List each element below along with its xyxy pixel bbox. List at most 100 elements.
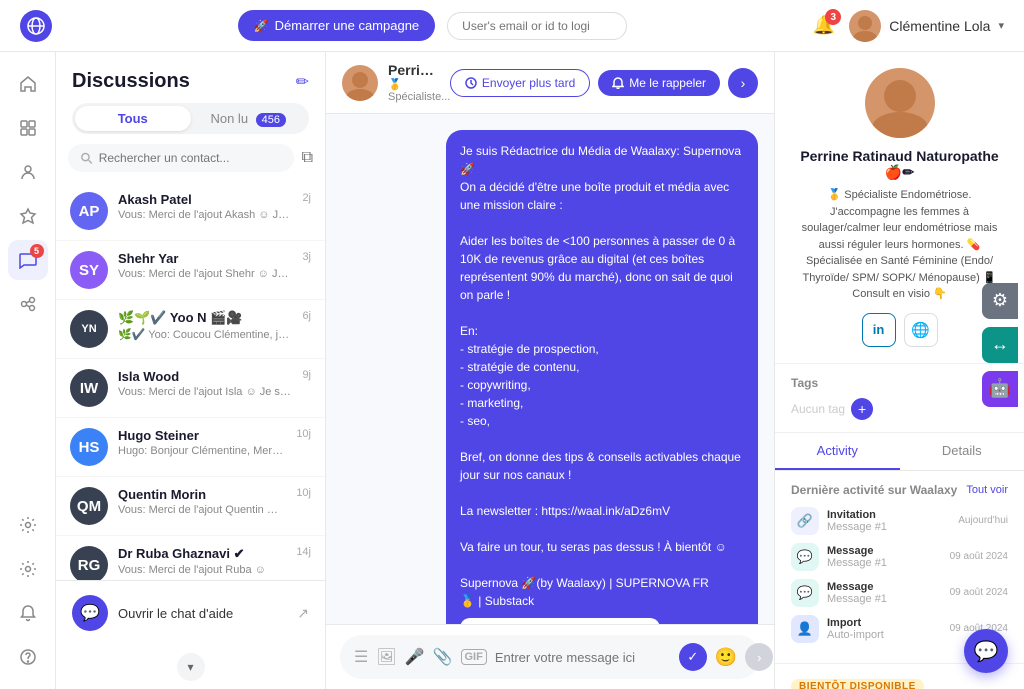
list-item[interactable]: QM Quentin Morin Vous: Merci de l'ajout … (56, 477, 325, 536)
nav-item-settings-bottom[interactable] (8, 549, 48, 589)
microphone-icon[interactable]: 🎤 (405, 647, 425, 667)
contact-preview: 🌿✔️ Yoo: Coucou Clémentine, je triais me… (118, 328, 292, 341)
tout-voir-link[interactable]: Tout voir (966, 484, 1008, 496)
chat-support-bubble[interactable]: 💬 (964, 629, 1008, 673)
list-item[interactable]: YN 🌿🌱✔️ Yoo N 🎬🎥 🌿✔️ Yoo: Coucou Clément… (56, 300, 325, 359)
nav-item-contacts[interactable] (8, 152, 48, 192)
activity-item: 🔗 Invitation Message #1 Aujourd'hui (791, 507, 1008, 535)
emoji-button[interactable]: 🙂 (715, 647, 737, 668)
recall-button[interactable]: Me le rappeler (598, 70, 720, 96)
tab-activity[interactable]: Activity (775, 433, 900, 470)
contact-time: 6j (302, 310, 311, 322)
contact-name: Quentin Morin (118, 487, 286, 502)
contact-info: 🌿🌱✔️ Yoo N 🎬🎥 🌿✔️ Yoo: Coucou Clémentine… (118, 310, 292, 341)
activity-date: Aujourd'hui (958, 515, 1008, 526)
filter-tabs: Tous Non lu 456 (72, 103, 309, 134)
search-row: ⧉ (68, 144, 313, 172)
text-format-icon[interactable]: ☰ (354, 647, 368, 667)
nav-item-campaigns[interactable] (8, 196, 48, 236)
message-row: Je suis Rédactrice du Média de Waalaxy: … (342, 130, 758, 624)
floating-gray-button[interactable]: ⚙ (982, 283, 1018, 319)
list-item[interactable]: HS Hugo Steiner Hugo: Bonjour Clémentine… (56, 418, 325, 477)
chat-header-info: Perrine Ratin... 🥇 Spécialiste... (388, 62, 440, 103)
nav-item-integrations[interactable] (8, 284, 48, 324)
notification-badge: 3 (825, 9, 841, 25)
collapse-button[interactable]: ▾ (56, 645, 325, 689)
header: Démarrer une campagne 🔔 3 Clémentine Lol… (0, 0, 1024, 52)
contact-time: 14j (296, 546, 311, 558)
right-floating-panel: ⚙ ↔ 🤖 (976, 275, 1024, 415)
nav-item-bell[interactable] (8, 593, 48, 633)
activity-info: Import Auto-import (827, 617, 942, 641)
contact-name: Hugo Steiner (118, 428, 286, 443)
list-item[interactable]: SY Shehr Yar Vous: Merci de l'ajout Sheh… (56, 241, 325, 300)
contact-time: 3j (302, 251, 311, 263)
header-search-input[interactable] (447, 12, 627, 40)
contact-search-input[interactable] (99, 151, 282, 165)
filter-tab-unread[interactable]: Non lu 456 (191, 106, 307, 131)
add-tag-button[interactable]: + (851, 398, 873, 420)
contact-time: 10j (296, 428, 311, 440)
discussions-panel: Discussions ✏ Tous Non lu 456 ⧉ AP Akash… (56, 52, 326, 689)
notification-bell[interactable]: 🔔 3 (813, 15, 835, 36)
chat-actions: Envoyer plus tard Me le rappeler › (450, 68, 758, 98)
tab-details[interactable]: Details (900, 433, 1024, 470)
bell-icon (612, 77, 624, 89)
activity-subtype: Auto-import (827, 629, 942, 641)
help-chat-item[interactable]: 💬 Ouvrir le chat d'aide ↗ (56, 580, 325, 645)
chat-input-row: ☰ 🖼 🎤 📎 GIF ✓ 🙂 › (340, 635, 760, 679)
message-input[interactable] (495, 650, 671, 665)
activity-subtype: Message #1 (827, 557, 942, 569)
list-item[interactable]: AP Akash Patel Vous: Merci de l'ajout Ak… (56, 182, 325, 241)
activity-icon-message1: 💬 (791, 543, 819, 571)
globe-button[interactable]: 🌐 (904, 313, 938, 347)
activity-type: Import (827, 617, 942, 629)
contact-preview: Vous: Merci de l'ajout Akash ☺ Je suis R… (118, 209, 292, 221)
user-profile[interactable]: Clémentine Lola ▾ (849, 10, 1004, 42)
campaign-button[interactable]: Démarrer une campagne (238, 10, 435, 41)
edit-icon[interactable]: ✏ (296, 72, 309, 92)
avatar: AP (70, 192, 108, 230)
filter-tab-all[interactable]: Tous (75, 106, 191, 131)
help-chat-icon: 💬 (72, 595, 108, 631)
linkedin-button[interactable]: in (862, 313, 896, 347)
header-right: 🔔 3 Clémentine Lola ▾ (813, 10, 1004, 42)
activity-info: Message Message #1 (827, 545, 942, 569)
activity-icon-invitation: 🔗 (791, 507, 819, 535)
image-icon[interactable]: 🖼 (376, 647, 396, 667)
external-link-icon: ↗ (297, 605, 309, 622)
contact-info: Isla Wood Vous: Merci de l'ajout Isla ☺ … (118, 369, 292, 398)
filter-icon[interactable]: ⧉ (302, 149, 313, 167)
user-avatar (849, 10, 881, 42)
send-arrow-button[interactable]: › (745, 643, 773, 671)
activity-type: Message (827, 545, 942, 557)
nav-item-settings-top[interactable] (8, 505, 48, 545)
send-check-button[interactable]: ✓ (679, 643, 707, 671)
sidebar-nav: 5 (0, 52, 56, 689)
activity-type: Message (827, 581, 942, 593)
nav-item-messages[interactable]: 5 (8, 240, 48, 280)
next-button[interactable]: › (728, 68, 758, 98)
activity-title-row: Dernière activité sur Waalaxy Tout voir (791, 483, 1008, 497)
avatar: HS (70, 428, 108, 466)
gif-icon[interactable]: GIF (461, 649, 487, 665)
send-later-button[interactable]: Envoyer plus tard (450, 69, 590, 97)
chat-input-icons: ☰ 🖼 🎤 📎 GIF (354, 647, 487, 667)
activity-icon-message2: 💬 (791, 579, 819, 607)
floating-purple-button[interactable]: 🤖 (982, 371, 1018, 407)
no-tag-text: Aucun tag (791, 402, 845, 416)
nav-item-help[interactable] (8, 637, 48, 677)
nav-item-home[interactable] (8, 64, 48, 104)
app-logo[interactable] (20, 10, 52, 42)
search-icon (80, 151, 93, 165)
nav-item-dashboard[interactable] (8, 108, 48, 148)
avatar: IW (70, 369, 108, 407)
attachment-icon[interactable]: 📎 (433, 647, 453, 667)
contact-name: Dr Ruba Ghaznavi ✔ (118, 546, 286, 562)
list-item[interactable]: IW Isla Wood Vous: Merci de l'ajout Isla… (56, 359, 325, 418)
list-item[interactable]: RG Dr Ruba Ghaznavi ✔ Vous: Merci de l'a… (56, 536, 325, 580)
message-bubble: Je suis Rédactrice du Média de Waalaxy: … (446, 130, 758, 624)
floating-teal-button[interactable]: ↔ (982, 327, 1018, 363)
chevron-down-icon: ▾ (998, 19, 1004, 32)
contact-info: Quentin Morin Vous: Merci de l'ajout Que… (118, 487, 286, 516)
